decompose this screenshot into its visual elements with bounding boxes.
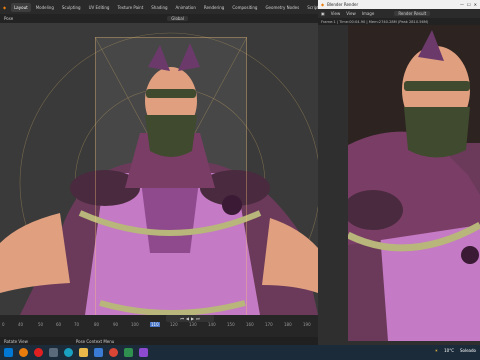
menu-view[interactable]: View	[331, 11, 341, 16]
ruler-label: 70	[74, 322, 80, 327]
camera-border	[95, 37, 247, 315]
ruler-label: 120	[170, 322, 178, 327]
render-result-image	[348, 25, 480, 341]
render-info: Frame:1 | Time:00:04.90 | Mem:2740.28M (…	[318, 18, 480, 25]
editor-type-icon[interactable]: ▣	[321, 11, 325, 16]
app-icon[interactable]	[124, 348, 133, 357]
jump-start-icon[interactable]: ⏮	[180, 316, 184, 321]
render-window-title: Blender Render	[327, 2, 359, 7]
ruler-label: 50	[38, 322, 44, 327]
ruler-label: 100	[131, 322, 139, 327]
chrome-icon[interactable]	[109, 348, 118, 357]
workspace-tabs: ◆ Layout Modeling Sculpting UV Editing T…	[0, 0, 325, 14]
tab-texture-paint[interactable]: Texture Paint	[114, 3, 146, 12]
ruler-label: 150	[227, 322, 235, 327]
tab-animation[interactable]: Animation	[173, 3, 199, 12]
ruler-label: 0	[2, 322, 5, 327]
ruler-label: 140	[208, 322, 216, 327]
menu-view-2[interactable]: View	[346, 11, 356, 16]
blender-logo-icon[interactable]: ◆	[0, 3, 9, 12]
3d-viewport[interactable]	[0, 23, 318, 315]
play-reverse-icon[interactable]: ◀	[186, 316, 189, 321]
file-explorer-icon[interactable]	[79, 348, 88, 357]
app-icon-2[interactable]	[139, 348, 148, 357]
windows-start-icon[interactable]	[4, 348, 13, 357]
blender-icon[interactable]	[19, 348, 28, 357]
weather-icon[interactable]: ☀	[435, 348, 439, 353]
ruler-label: 160	[246, 322, 254, 327]
weather-description: Soleado	[460, 348, 476, 353]
ruler-label: 170	[265, 322, 273, 327]
mode-selector[interactable]: Pose	[0, 16, 17, 21]
status-left: Rotate View	[4, 338, 28, 344]
ruler-label: 90	[113, 322, 119, 327]
ruler-label: 80	[94, 322, 100, 327]
orientation-selector[interactable]: Global	[167, 16, 188, 21]
current-frame-marker[interactable]: 110	[150, 322, 160, 327]
close-icon[interactable]: ✕	[474, 2, 480, 7]
minimize-icon[interactable]: —	[460, 2, 464, 7]
tab-uv-editing[interactable]: UV Editing	[86, 3, 113, 12]
render-window-titlebar[interactable]: ◆ Blender Render — ☐ ✕	[318, 0, 480, 9]
edge-icon[interactable]	[64, 348, 73, 357]
task-view-icon[interactable]	[49, 348, 58, 357]
playback-controls: ⏮ ◀ ▶ ⏭	[166, 315, 214, 322]
ruler-label: 180	[284, 322, 292, 327]
ruler-label: 60	[56, 322, 62, 327]
mail-icon[interactable]	[94, 348, 103, 357]
status-bar: Rotate View Pose Context Menu	[0, 337, 318, 345]
tab-rendering[interactable]: Rendering	[201, 3, 227, 12]
jump-end-icon[interactable]: ⏭	[196, 316, 200, 321]
tab-modeling[interactable]: Modeling	[33, 3, 57, 12]
tool-header: Pose Global	[0, 14, 318, 23]
ruler-label: 40	[18, 322, 24, 327]
ruler-label: 190	[303, 322, 311, 327]
tab-sculpting[interactable]: Sculpting	[59, 3, 84, 12]
record-icon[interactable]	[34, 348, 43, 357]
status-center: Pose Context Menu	[75, 338, 115, 344]
menu-image[interactable]: Image	[362, 11, 375, 16]
blender-logo-icon: ◆	[321, 2, 325, 7]
tab-layout[interactable]: Layout	[11, 2, 31, 12]
play-icon[interactable]: ▶	[191, 316, 194, 321]
windows-taskbar	[0, 345, 480, 360]
tab-shading[interactable]: Shading	[148, 3, 170, 12]
tab-geometry-nodes[interactable]: Geometry Nodes	[262, 3, 302, 12]
system-tray: ☀ 10°C Soleado	[435, 348, 476, 353]
maximize-icon[interactable]: ☐	[467, 2, 471, 7]
frame-ruler[interactable]: 0 40 50 60 70 80 90 100 110 120 130 140 …	[0, 322, 318, 330]
tab-compositing[interactable]: Compositing	[229, 3, 260, 12]
render-menu-bar: ▣ View View Image Render Result	[318, 9, 480, 18]
ruler-label: 130	[189, 322, 197, 327]
weather-temperature: 10°C	[444, 348, 454, 353]
image-slot-selector[interactable]: Render Result	[394, 11, 431, 16]
